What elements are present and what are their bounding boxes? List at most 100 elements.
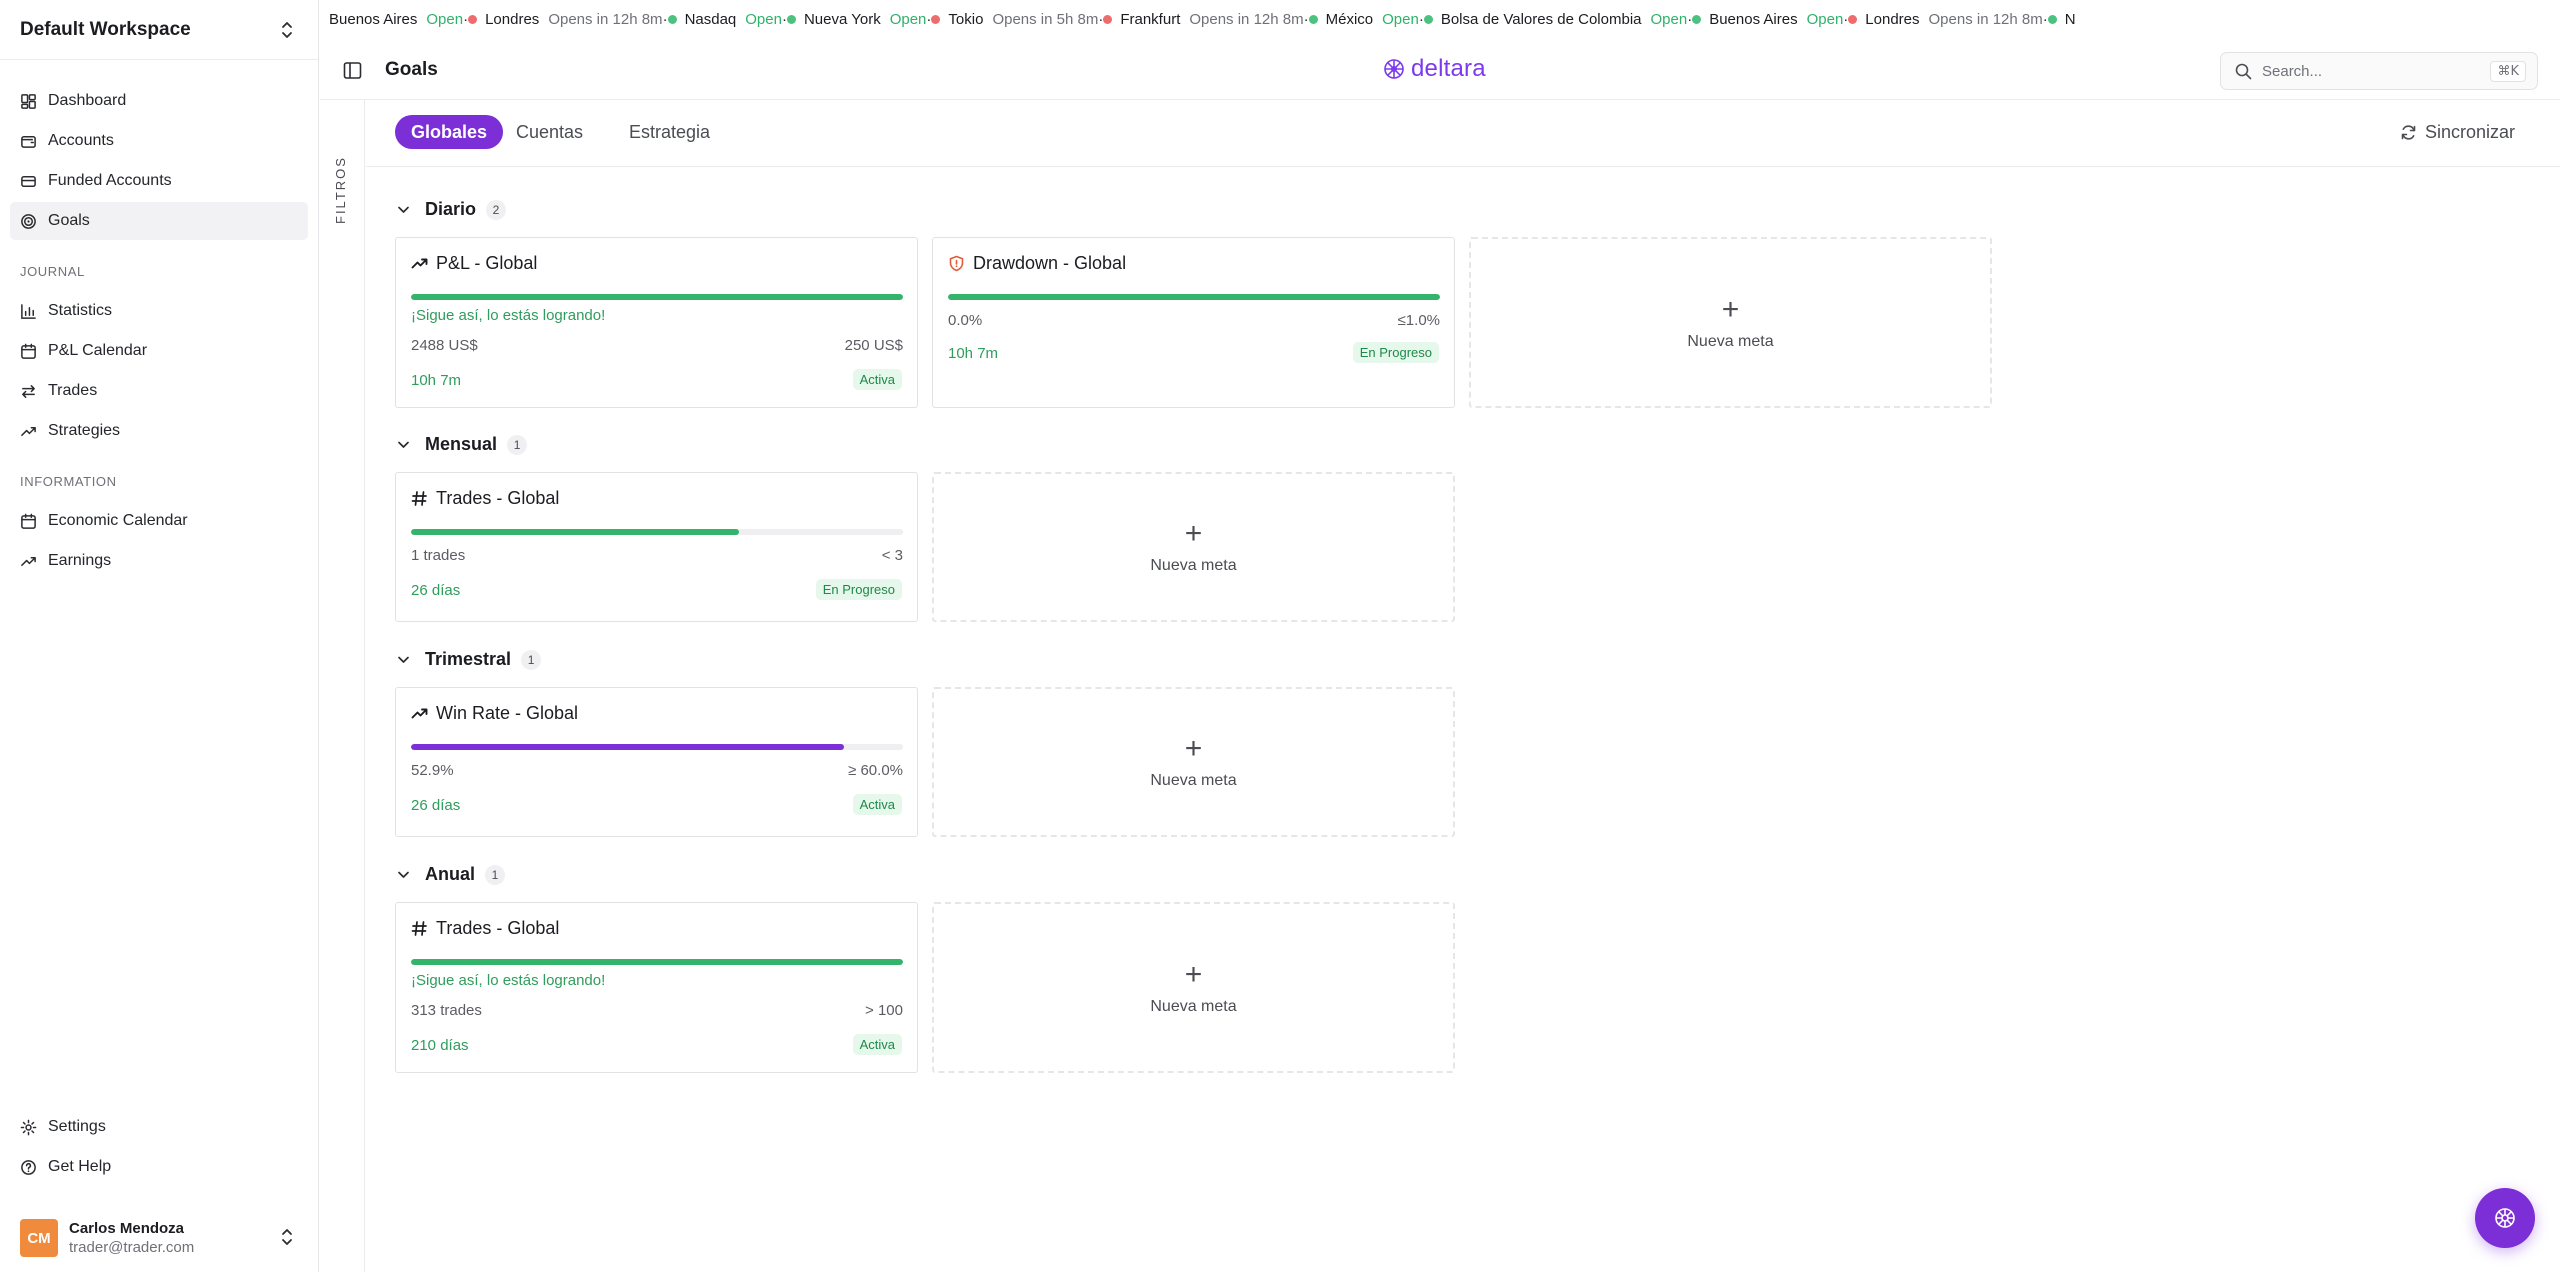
tab-cuentas[interactable]: Cuentas [500, 115, 599, 149]
section-header-diario[interactable]: Diario 2 [396, 199, 507, 220]
chevron-down-icon [398, 441, 409, 448]
section-header-mensual[interactable]: Mensual 1 [396, 434, 528, 455]
trend-up-icon [411, 258, 428, 269]
sidebar-item-label: Dashboard [48, 92, 127, 109]
section-header-anual[interactable]: Anual 1 [396, 864, 506, 885]
section-title: Mensual [425, 434, 498, 454]
plus-icon: + [1184, 517, 1203, 550]
tab-globales[interactable]: Globales [395, 115, 504, 149]
ticker-status: Opens in 12h 8m [1928, 11, 2043, 28]
ticker-item: Buenos Aires Open [1692, 11, 1843, 28]
new-goal-card[interactable]: + Nueva meta [932, 902, 1455, 1073]
user-menu[interactable]: CM Carlos Mendoza trader@trader.com [0, 1204, 318, 1272]
sidebar-item-label: Strategies [48, 422, 121, 439]
user-name: Carlos Mendoza [69, 1220, 185, 1237]
brand-name: deltara [1411, 55, 1486, 82]
bar-chart-icon [21, 303, 36, 319]
ticker-status: Open [1382, 11, 1419, 28]
page-title: Goals [385, 59, 438, 80]
new-goal-card[interactable]: + Nueva meta [932, 472, 1455, 622]
goal-title: P&L - Global [411, 253, 537, 274]
sync-label: Sincronizar [2424, 122, 2515, 142]
sidebar-item-label: Statistics [48, 302, 113, 319]
section-header-trimestral[interactable]: Trimestral 1 [396, 649, 542, 670]
sidebar-item-trades[interactable]: Trades [10, 372, 308, 410]
goal-message: ¡Sigue así, lo estás logrando! [411, 307, 606, 324]
sidebar-item-accounts[interactable]: Accounts [10, 122, 308, 160]
ticker-item: Londres Opens in 12h 8m [1848, 11, 2043, 28]
sidebar-item-goals[interactable]: Goals [10, 202, 308, 240]
search-box[interactable]: ⌘K [2220, 52, 2538, 90]
goal-card-winrate-global[interactable]: Win Rate - Global 52.9% ≥ 60.0% 26 días … [395, 687, 918, 837]
workspace-switcher[interactable]: Default Workspace [0, 0, 318, 60]
goal-card-trades-mensual[interactable]: Trades - Global 1 trades < 3 26 días En … [395, 472, 918, 622]
goal-target: ≤1.0% [1397, 312, 1440, 329]
sidebar-item-strategies[interactable]: Strategies [10, 412, 308, 450]
assistant-fab[interactable] [2475, 1188, 2535, 1248]
dashboard-icon [21, 93, 36, 109]
sidebar-item-funded-accounts[interactable]: Funded Accounts [10, 162, 308, 200]
goal-time-left: 10h 7m [411, 372, 462, 389]
sidebar-item-statistics[interactable]: Statistics [10, 292, 308, 330]
sidebar-item-get-help[interactable]: Get Help [10, 1148, 308, 1186]
sidebar-item-settings[interactable]: Settings [10, 1108, 308, 1146]
sidebar-toggle-icon[interactable] [343, 61, 362, 80]
ticker-market: Tokio [948, 11, 984, 28]
section-count: 2 [486, 199, 507, 220]
ticker-item: Frankfurt Opens in 12h 8m [1103, 11, 1304, 28]
ticker-item: Nasdaq Open [667, 11, 782, 28]
ticker-status: Opens in 12h 8m [1189, 11, 1304, 28]
goal-progress-bar [411, 294, 903, 300]
status-dot-icon [1423, 15, 1433, 24]
goal-tabs: Globales Cuentas Estrategia Sincronizar [366, 100, 2560, 167]
section-title: Anual [425, 864, 476, 884]
status-dot-icon [468, 15, 478, 24]
ticker-item: N [2047, 11, 2076, 28]
sidebar-item-economic-calendar[interactable]: Economic Calendar [10, 502, 308, 540]
goal-card-trades-anual[interactable]: Trades - Global ¡Sigue así, lo estás log… [395, 902, 918, 1073]
ticker-market: Londres [1865, 11, 1920, 28]
goal-title-text: Trades - Global [436, 918, 560, 938]
sidebar-item-earnings[interactable]: Earnings [10, 542, 308, 580]
sidebar-item-dashboard[interactable]: Dashboard [10, 82, 308, 120]
tab-estrategia[interactable]: Estrategia [613, 115, 726, 149]
goal-target: 250 US$ [844, 337, 903, 354]
goal-title: Trades - Global [411, 488, 559, 509]
refresh-icon [2401, 125, 2416, 140]
status-dot-icon [1103, 15, 1113, 24]
chevron-up-down-icon [282, 22, 292, 38]
new-goal-label: Nueva meta [1150, 997, 1237, 1015]
goal-values: 2488 US$ 250 US$ [411, 337, 903, 354]
ticker-market: Londres [485, 11, 540, 28]
section-count: 1 [521, 649, 542, 670]
deltara-logo-icon [1384, 59, 1404, 79]
goal-card-drawdown-global[interactable]: Drawdown - Global 0.0% ≤1.0% 10h 7m En P… [932, 237, 1455, 408]
ticker-item: México Open [1308, 11, 1419, 28]
arrows-icon [22, 384, 35, 398]
assistant-icon [2495, 1208, 2515, 1228]
card-icon [21, 175, 36, 187]
sync-button[interactable]: Sincronizar [2400, 122, 2515, 143]
status-dot-icon [667, 15, 677, 24]
new-goal-card[interactable]: + Nueva meta [932, 687, 1455, 837]
search-input[interactable] [2262, 62, 2482, 80]
goal-target: > 100 [865, 1002, 903, 1019]
goal-progress-fill [411, 529, 740, 535]
ticker-item: Bolsa de Valores de Colombia Open [1423, 11, 1687, 28]
goal-time-left: 26 días [411, 797, 461, 814]
shield-icon [949, 255, 964, 272]
filters-rail[interactable]: FILTROS [320, 100, 365, 1272]
ticker-item: Tokio Opens in 5h 8m [931, 11, 1098, 28]
ticker-item: Londres Opens in 12h 8m [468, 11, 663, 28]
status-dot-icon [2047, 15, 2057, 24]
goal-progress-fill [411, 294, 903, 300]
goal-current: 1 trades [411, 547, 466, 564]
sidebar-item-label: Funded Accounts [48, 172, 172, 189]
sidebar-item-pnl-calendar[interactable]: P&L Calendar [10, 332, 308, 370]
new-goal-card[interactable]: + Nueva meta [1469, 237, 1992, 408]
goal-title-text: P&L - Global [436, 253, 538, 273]
goal-progress-bar [411, 529, 903, 535]
goal-card-pnl-global[interactable]: P&L - Global ¡Sigue así, lo estás logran… [395, 237, 918, 408]
goal-values: 1 trades < 3 [411, 547, 903, 564]
market-ticker: Buenos Aires Open · Londres Opens in 12h 8m ·… [320, 0, 2560, 40]
